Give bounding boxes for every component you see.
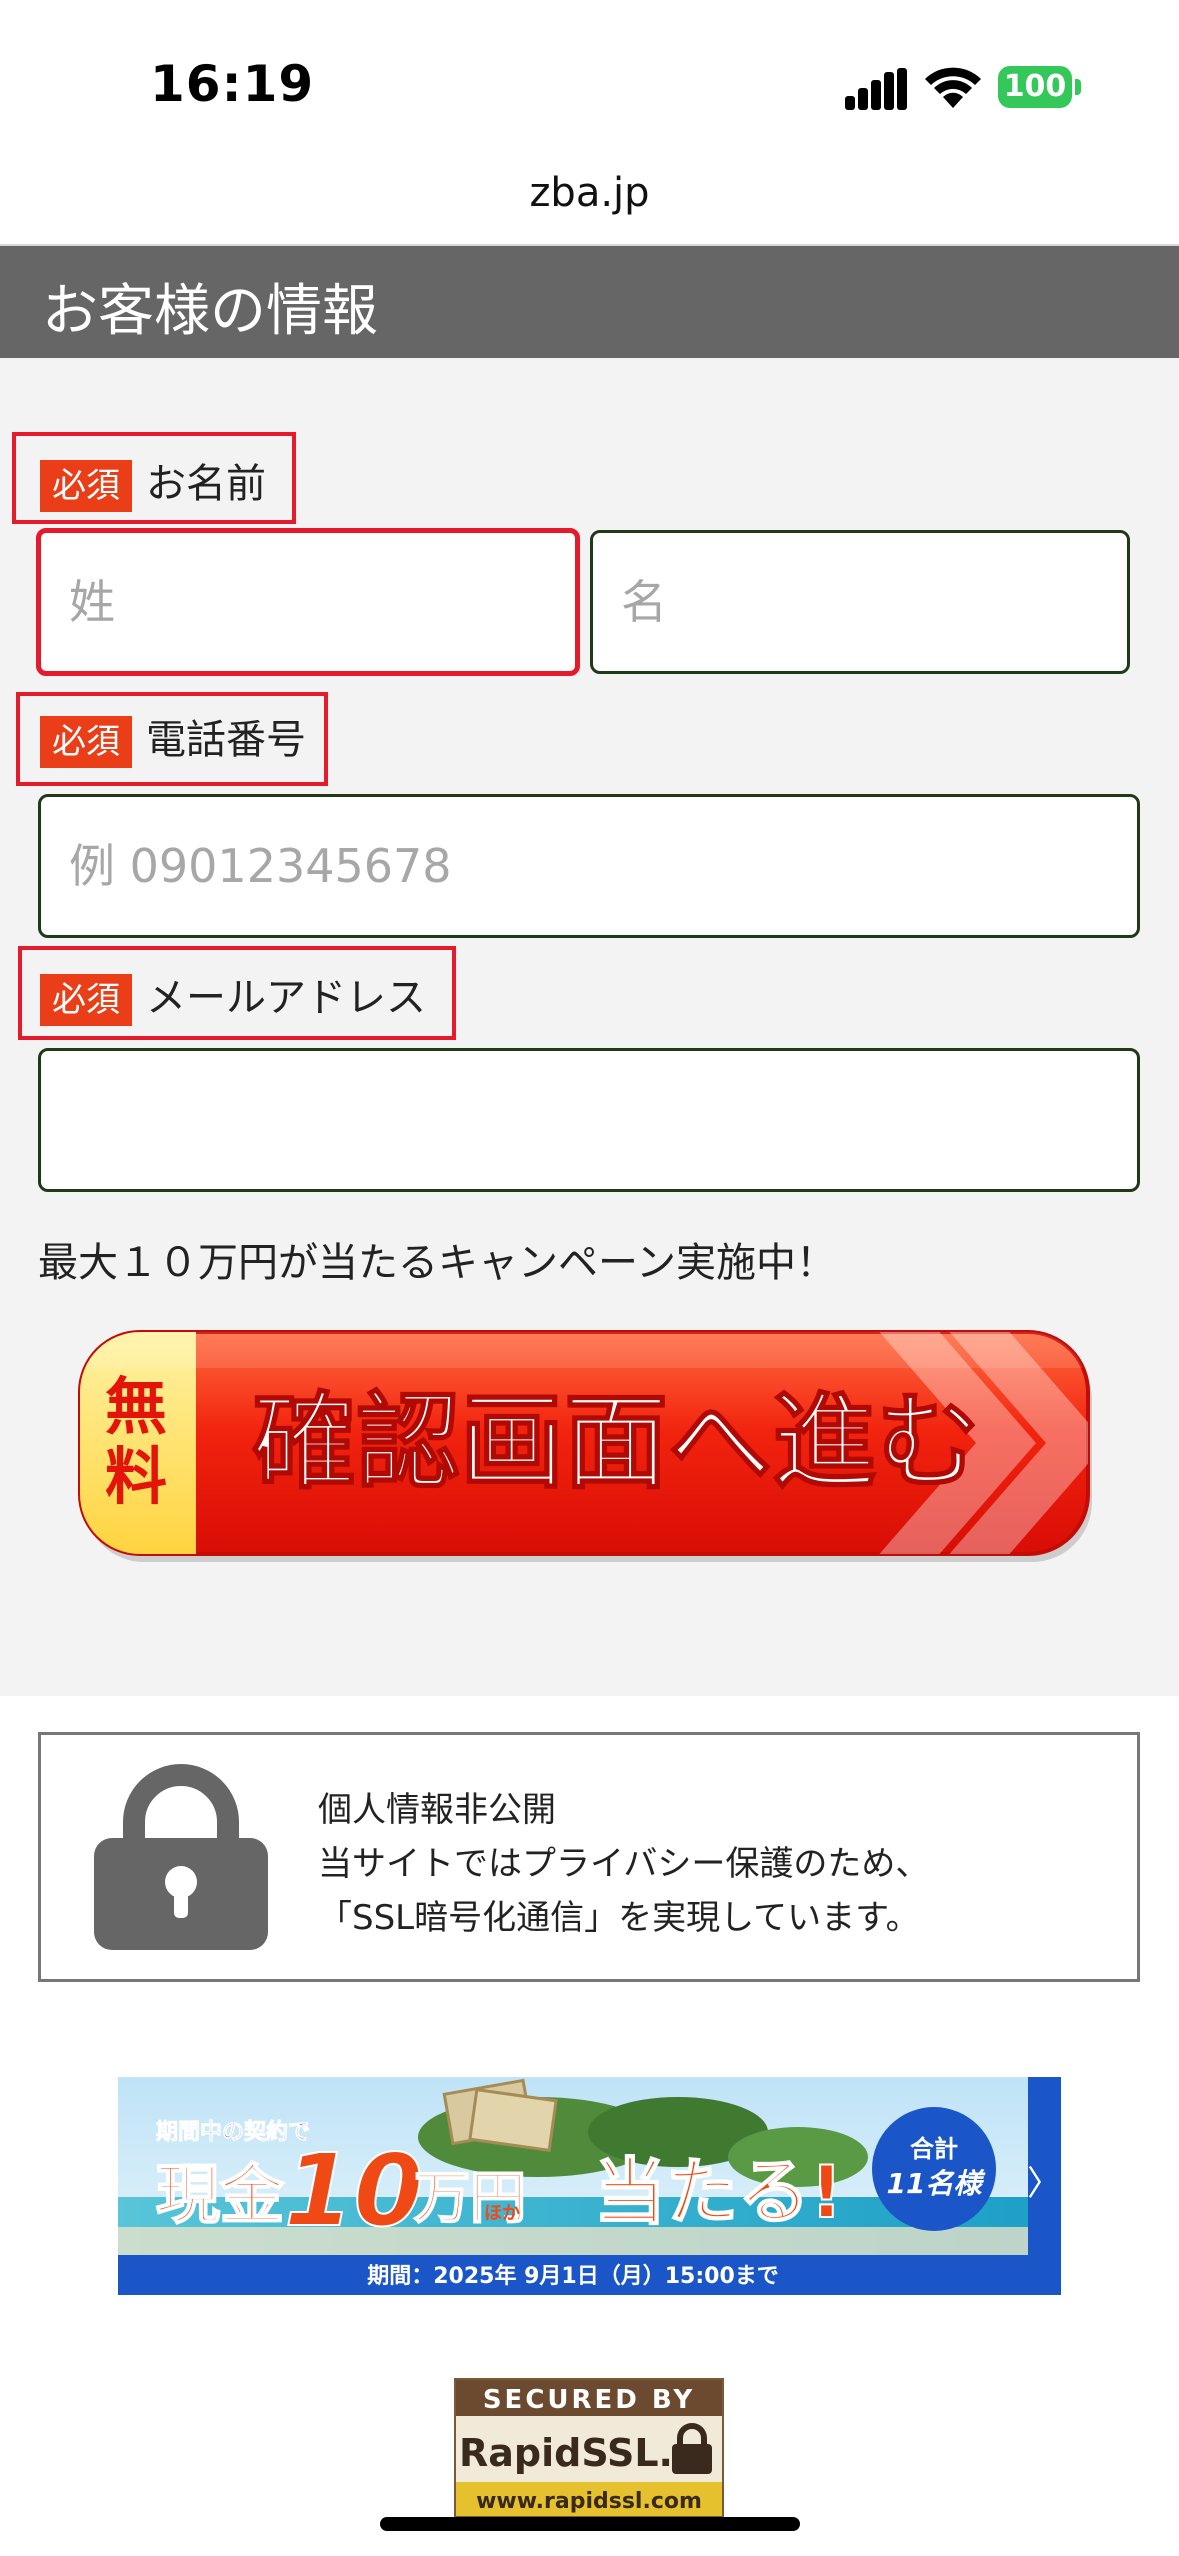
wifi-icon (925, 67, 981, 108)
section-title: お客様の情報 (42, 279, 378, 344)
campaign-banner[interactable]: 〉 期間中の契約で 現金 10 万円 ほか 当たる! 合計 11名様 期間：20… (118, 2077, 1061, 2295)
battery-level: 100 (998, 66, 1072, 108)
privacy-text-1: 当サイトではプライバシー保護のため、 (318, 1844, 930, 1884)
url-label[interactable]: zba.jp (0, 170, 1179, 216)
email-input[interactable] (38, 1048, 1140, 1192)
banner-badge-total: 合計 (910, 2135, 958, 2163)
banner-badge-count: 11名様 (887, 2167, 986, 2200)
home-indicator[interactable] (380, 2517, 800, 2531)
required-badge: 必須 (40, 974, 132, 1026)
cellular-signal-icon (845, 68, 907, 110)
confirm-button[interactable]: 無 料 確認画面へ進む (76, 1328, 1096, 1566)
name-label-box: 必須 お名前 (12, 432, 296, 524)
banner-hoka: ほか (484, 2203, 520, 2224)
email-label-box: 必須 メールアドレス (18, 946, 456, 1040)
banner-amount: 10 (284, 2132, 423, 2249)
phone-input[interactable] (38, 794, 1140, 938)
rapidssl-seal[interactable]: SECURED BY RapidSSL. www.rapidssl.com (454, 2378, 724, 2518)
privacy-text-2: 「SSL暗号化通信」を実現しています。 (318, 1898, 920, 1938)
banner-win: 当たる! (594, 2150, 843, 2234)
lock-icon (94, 1764, 268, 1950)
last-name-input[interactable] (36, 528, 580, 676)
seal-secured-by: SECURED BY (483, 2385, 695, 2415)
campaign-notice: 最大１０万円が当たるキャンペーン実施中！ (38, 1240, 836, 1286)
seal-rapidssl: RapidSSL. (459, 2431, 673, 2475)
seal-url: www.rapidssl.com (476, 2489, 702, 2514)
email-label: メールアドレス (146, 975, 426, 1021)
banner-cash: 現金 (156, 2159, 285, 2233)
required-badge: 必須 (40, 460, 132, 512)
first-name-input[interactable] (590, 530, 1130, 674)
required-badge: 必須 (40, 716, 132, 768)
free-badge-line1: 無 (105, 1370, 167, 1443)
battery-icon: 100 (998, 66, 1082, 108)
status-time: 16:19 (150, 55, 315, 113)
phone-label: 電話番号 (146, 717, 306, 763)
free-badge-line2: 料 (105, 1440, 167, 1513)
privacy-title: 個人情報非公開 (318, 1790, 556, 1830)
banner-arrow: 〉 (1027, 2164, 1061, 2204)
banner-period: 期間：2025年 9月1日（月）15:00まで (367, 2263, 779, 2289)
confirm-button-label: 確認画面へ進む (252, 1381, 980, 1503)
phone-label-box: 必須 電話番号 (16, 692, 328, 786)
name-label: お名前 (146, 461, 266, 507)
